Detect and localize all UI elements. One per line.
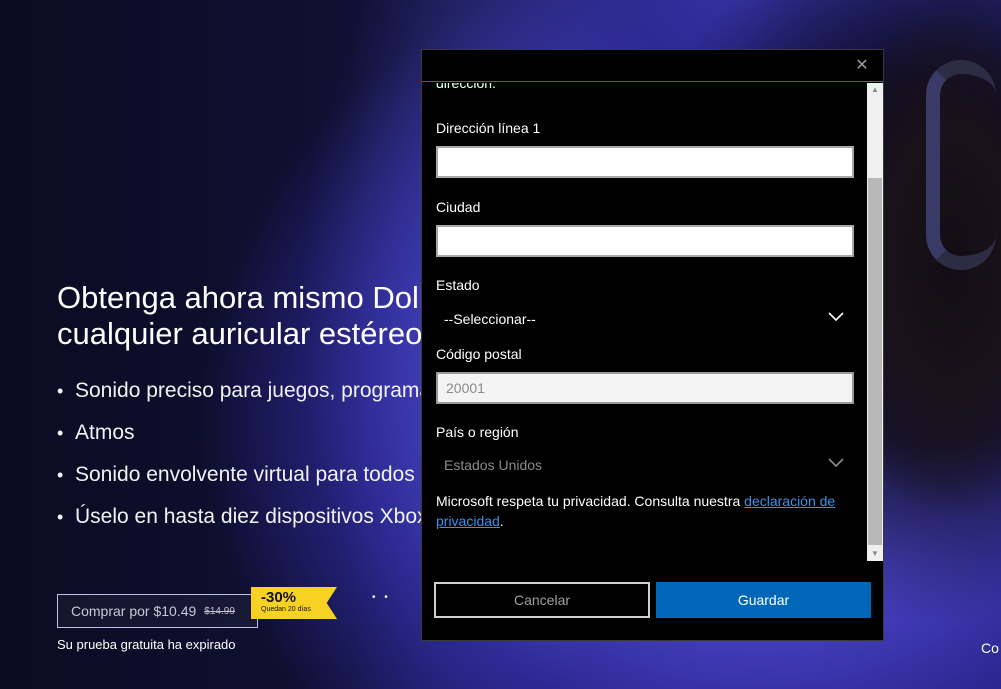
cancel-button[interactable]: Cancelar [434,582,650,618]
discount-percent: -30% [261,589,297,606]
city-label: Ciudad [436,199,481,215]
address-form: dirección. Dirección línea 1 Ciudad Esta… [436,83,854,531]
buy-button[interactable]: Comprar por $10.49 $14.99 [57,594,258,628]
trial-expired-text: Su prueba gratuita ha expirado [57,637,236,652]
privacy-notice: Microsoft respeta tu privacidad. Consult… [436,493,836,529]
state-label: Estado [436,277,480,293]
feature-item: Sonido envolvente virtual para todos sus… [57,454,427,496]
country-label: País o región [436,424,519,440]
zip-input [436,372,854,404]
dialog-titlebar: ✕ [422,50,883,82]
intro-text: dirección. [436,83,496,91]
corner-text: Co [981,640,999,656]
address-label: Dirección línea 1 [436,120,541,136]
old-price: $14.99 [204,605,235,617]
feature-item: Úselo en hasta diez dispositivos Xbox y … [57,496,427,538]
country-select: Estados Unidos [436,449,854,481]
scroll-down-icon[interactable]: ▼ [867,547,883,561]
country-selected-value: Estados Unidos [444,457,543,473]
carousel-dots[interactable]: • • [372,592,391,603]
state-selected-value: --Seleccionar-- [444,311,536,327]
state-select[interactable]: --Seleccionar-- [436,303,854,335]
feature-item-continued: Atmos [57,412,427,454]
address-dialog: ✕ dirección. Dirección línea 1 Ciudad Es… [421,49,884,641]
address-input[interactable] [436,146,854,178]
city-input[interactable] [436,225,854,257]
dialog-scrollbar[interactable]: ▲ ▼ [867,83,883,561]
chevron-down-icon [828,458,844,468]
dialog-scroll-area: dirección. Dirección línea 1 Ciudad Esta… [422,83,867,561]
close-icon[interactable]: ✕ [853,57,871,75]
feature-list: Sonido preciso para juegos, programas y … [57,370,427,538]
save-button[interactable]: Guardar [656,582,871,618]
chevron-down-icon [828,312,844,322]
zip-label: Código postal [436,346,522,362]
scroll-up-icon[interactable]: ▲ [867,83,883,97]
hero-title: Obtenga ahora mismo Dolby Atmos para cua… [57,280,427,351]
hero-text: Obtenga ahora mismo Dolby Atmos para cua… [57,280,427,538]
buy-button-label: Comprar por $10.49 [71,603,197,619]
headset-image [926,60,996,270]
discount-badge: -30% Quedan 20 días [251,587,337,619]
discount-days: Quedan 20 días [261,606,311,613]
feature-item: Sonido preciso para juegos, programas y … [57,370,427,412]
scroll-thumb[interactable] [868,178,882,545]
